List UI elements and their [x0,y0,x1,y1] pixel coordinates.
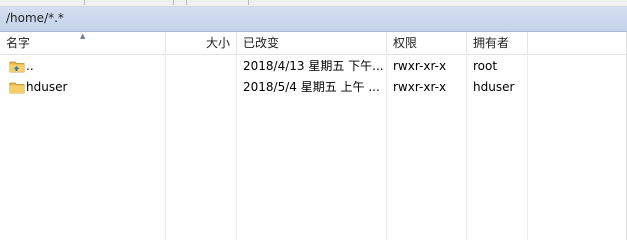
file-owner: hduser [473,80,515,94]
table-row[interactable]: hduser 2018/5/4 星期五 上午 ... rwxr-xr-x hdu… [0,77,627,97]
column-divider[interactable] [527,32,528,54]
column-header-modified-label: 已改变 [243,36,280,50]
file-owner: root [473,59,498,73]
toolbar-separator [84,0,85,5]
toolbar-separator [248,0,249,5]
table-row[interactable]: .. 2018/4/13 星期五 下午... rwxr-xr-x root [0,56,627,76]
toolbar-separator [173,0,174,5]
file-name: hduser [26,80,68,94]
file-size [166,77,236,97]
column-header-permissions-label: 权限 [393,36,418,50]
file-modified: 2018/5/4 星期五 上午 ... [243,80,380,94]
column-header-permissions[interactable]: 权限 [387,32,466,54]
file-modified: 2018/4/13 星期五 下午... [243,59,384,73]
column-header-name-label: 名字 [6,36,31,50]
current-path: /home/*.* [6,11,64,25]
sort-ascending-icon: ▲ [80,32,86,40]
file-list-header: 名字 ▲ 大小 已改变 权限 拥有者 [0,32,627,55]
file-size [166,56,236,76]
toolbar-separator [186,0,187,5]
file-permissions: rwxr-xr-x [393,80,447,94]
column-header-owner-label: 拥有者 [473,36,510,50]
parent-folder-icon [9,61,25,73]
toolbar-strip [0,0,627,7]
column-header-name[interactable]: 名字 ▲ [0,32,165,54]
file-name: .. [26,59,34,73]
column-header-modified[interactable]: 已改变 [237,32,386,54]
column-header-size-label: 大小 [205,36,230,50]
file-permissions: rwxr-xr-x [393,59,447,73]
column-header-size[interactable]: 大小 [166,32,236,54]
folder-icon [9,82,25,94]
column-header-owner[interactable]: 拥有者 [467,32,527,54]
path-bar[interactable]: /home/*.* [0,7,627,32]
